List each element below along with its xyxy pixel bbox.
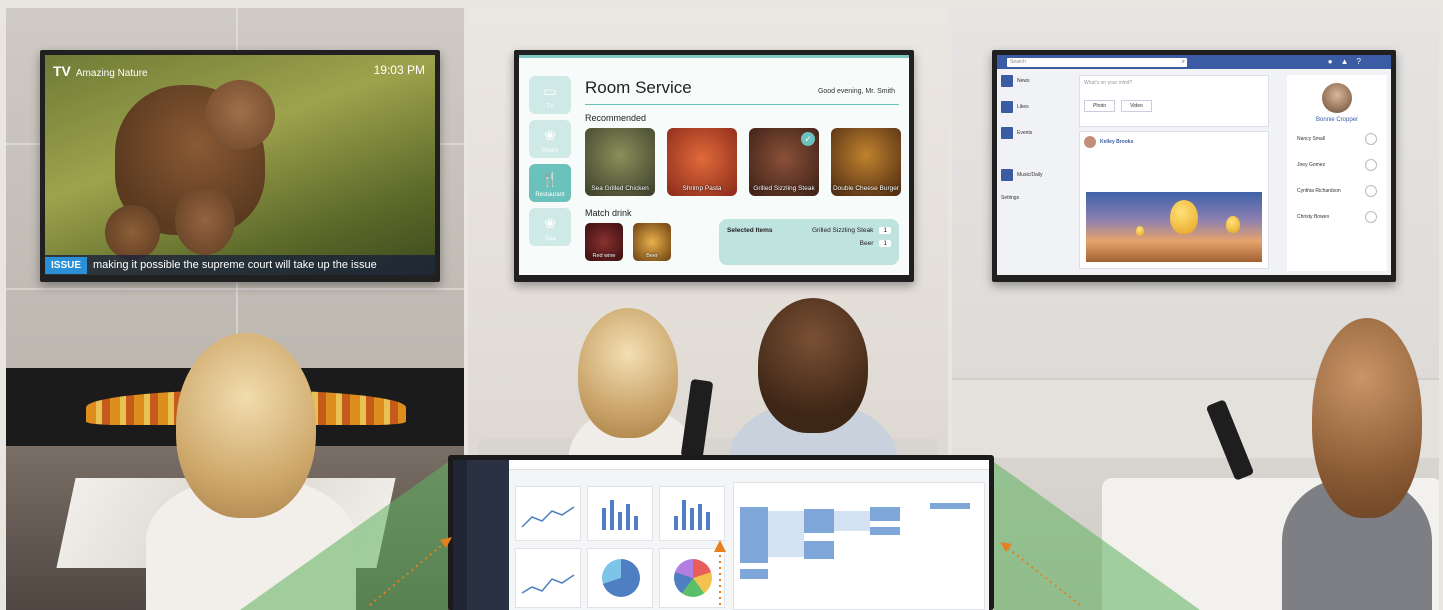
arrow-left bbox=[369, 539, 449, 606]
arrowhead-center bbox=[714, 540, 726, 552]
arrowhead-left bbox=[440, 537, 452, 548]
arrowhead-right bbox=[1000, 542, 1012, 552]
arrow-right bbox=[1003, 544, 1081, 606]
photo-collage: TV Amazing Nature 19:03 PM ISSUE making … bbox=[0, 0, 1443, 610]
arrows-overlay bbox=[369, 537, 1081, 606]
